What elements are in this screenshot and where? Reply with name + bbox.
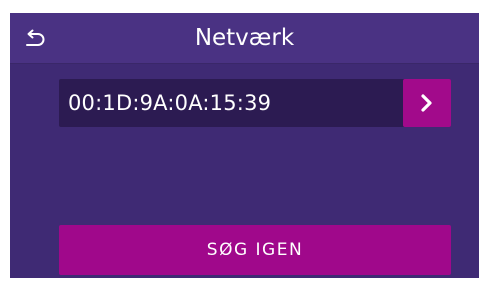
search-again-button[interactable]: SØG IGEN: [59, 225, 451, 275]
chevron-right-icon: [421, 94, 432, 112]
network-screen: Netværk 00:1D:9A:0A:15:39 SØG IGEN: [10, 13, 479, 278]
header-bar: Netværk: [10, 13, 479, 64]
network-list-item[interactable]: 00:1D:9A:0A:15:39: [59, 79, 451, 127]
network-select-button[interactable]: [403, 79, 451, 127]
network-name: 00:1D:9A:0A:15:39: [68, 91, 272, 115]
page-title: Netværk: [194, 25, 295, 51]
